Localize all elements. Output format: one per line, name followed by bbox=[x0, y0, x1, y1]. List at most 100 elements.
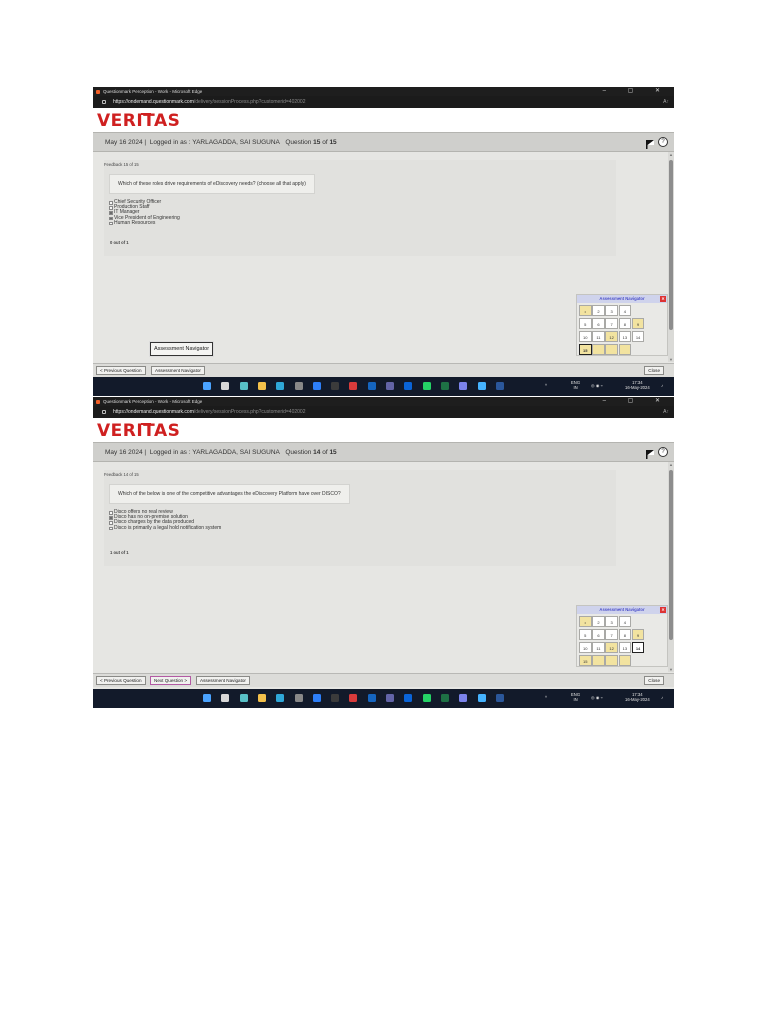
mail-icon[interactable] bbox=[312, 382, 321, 390]
navigator-question-cell[interactable] bbox=[592, 344, 605, 355]
navigator-question-cell[interactable]: 7 bbox=[605, 629, 618, 640]
navigator-question-cell[interactable]: 14 bbox=[631, 642, 645, 653]
checkbox-icon[interactable] bbox=[109, 511, 113, 515]
navigator-question-cell[interactable]: 3 bbox=[605, 305, 618, 316]
navigator-question-cell[interactable]: 4 bbox=[618, 305, 632, 316]
excel-icon[interactable] bbox=[440, 382, 449, 390]
scroll-down-icon[interactable]: ▼ bbox=[668, 667, 674, 672]
navigator-question-cell[interactable]: 7 bbox=[605, 318, 618, 329]
next-question-button[interactable]: Next Question > bbox=[150, 676, 192, 685]
navigator-question-cell[interactable]: 5 bbox=[579, 318, 592, 329]
navigator-question-cell[interactable]: 13 bbox=[618, 642, 632, 653]
address-bar[interactable]: https://ondemand.questionmark.com/delive… bbox=[93, 96, 674, 108]
previous-question-button[interactable]: < Previous Question bbox=[96, 676, 146, 685]
excel-icon[interactable] bbox=[440, 694, 449, 702]
outlook-icon-2[interactable] bbox=[404, 382, 413, 390]
outlook-icon-2[interactable] bbox=[404, 694, 413, 702]
close-button[interactable]: Close bbox=[644, 366, 664, 375]
navigator-question-cell[interactable]: • bbox=[579, 305, 592, 316]
phone-icon[interactable] bbox=[477, 694, 486, 702]
teams-icon-2[interactable] bbox=[459, 694, 468, 702]
file-explorer-icon[interactable] bbox=[257, 382, 266, 390]
scroll-up-icon[interactable]: ▲ bbox=[668, 462, 674, 467]
mail-icon[interactable] bbox=[312, 694, 321, 702]
checkbox-icon[interactable] bbox=[109, 521, 113, 525]
app-red-icon[interactable] bbox=[349, 382, 358, 390]
window-controls[interactable]: – ▢ ✕ bbox=[603, 87, 670, 96]
whatsapp-icon[interactable] bbox=[422, 694, 431, 702]
checkbox-icon[interactable] bbox=[109, 221, 113, 226]
vertical-scrollbar[interactable]: ▲ ▼ bbox=[668, 152, 674, 362]
file-explorer-icon[interactable] bbox=[257, 694, 266, 702]
navigator-question-cell[interactable]: 9 bbox=[631, 629, 645, 640]
navigator-question-cell[interactable]: 10 bbox=[579, 642, 592, 653]
copilot-icon[interactable] bbox=[239, 694, 248, 702]
checkbox-icon[interactable] bbox=[109, 516, 113, 520]
language-indicator[interactable]: ENG IN bbox=[571, 692, 580, 702]
close-icon[interactable]: ✕ bbox=[660, 296, 666, 302]
clock[interactable]: 17:34 16-May-2024 bbox=[625, 380, 650, 390]
navigator-question-cell[interactable]: 9 bbox=[631, 318, 645, 329]
flag-icon[interactable] bbox=[646, 138, 654, 149]
navigator-question-cell[interactable] bbox=[618, 655, 632, 666]
outlook-icon[interactable] bbox=[367, 382, 376, 390]
windows-start-icon[interactable] bbox=[203, 694, 211, 702]
navigator-question-cell[interactable]: 12 bbox=[605, 642, 618, 653]
teams-icon[interactable] bbox=[386, 694, 394, 702]
search-icon[interactable] bbox=[221, 694, 230, 702]
navigator-question-cell[interactable]: 8 bbox=[618, 629, 632, 640]
network-volume-icons[interactable]: ◎ ◉ ⌁ bbox=[591, 383, 603, 388]
navigator-question-cell[interactable]: 4 bbox=[618, 616, 632, 627]
word-icon[interactable] bbox=[495, 694, 504, 702]
scroll-down-icon[interactable]: ▼ bbox=[668, 357, 674, 362]
navigator-question-cell[interactable]: 8 bbox=[618, 318, 632, 329]
checkbox-icon[interactable] bbox=[109, 526, 113, 531]
tray-chevron-icon[interactable]: ^ bbox=[545, 383, 547, 388]
close-button[interactable]: Close bbox=[644, 676, 664, 685]
checkbox-icon[interactable] bbox=[109, 211, 113, 215]
navigator-question-cell[interactable]: 15 bbox=[579, 655, 592, 666]
navigator-question-cell[interactable] bbox=[592, 655, 605, 666]
flag-icon[interactable] bbox=[646, 448, 654, 459]
navigator-question-cell[interactable]: 10 bbox=[579, 331, 592, 342]
navigator-question-cell[interactable]: 15 bbox=[579, 344, 592, 355]
language-indicator[interactable]: ENG IN bbox=[571, 380, 580, 390]
answer-option[interactable]: Human Resources bbox=[109, 220, 180, 226]
copilot-icon[interactable] bbox=[239, 382, 248, 390]
scrollbar-thumb[interactable] bbox=[669, 470, 673, 640]
checkbox-icon[interactable] bbox=[109, 206, 113, 210]
navigator-question-cell[interactable]: 11 bbox=[592, 642, 605, 653]
navigator-question-cell[interactable]: • bbox=[579, 616, 592, 627]
whatsapp-icon[interactable] bbox=[422, 382, 431, 390]
checkbox-icon[interactable] bbox=[109, 201, 113, 205]
notification-bell-icon[interactable]: ♪ bbox=[661, 383, 663, 388]
read-aloud-icon[interactable]: A↑ bbox=[663, 96, 669, 108]
teams-icon[interactable] bbox=[386, 382, 394, 390]
terminal-icon[interactable] bbox=[331, 382, 340, 390]
assessment-navigator-button[interactable]: Assessment Navigator bbox=[196, 676, 250, 685]
vertical-scrollbar[interactable]: ▲ ▼ bbox=[668, 462, 674, 672]
navigator-question-cell[interactable]: 12 bbox=[605, 331, 618, 342]
search-icon[interactable] bbox=[221, 382, 230, 390]
help-icon[interactable]: ? bbox=[658, 137, 668, 147]
scroll-up-icon[interactable]: ▲ bbox=[668, 152, 674, 157]
assessment-navigator-button[interactable]: Assessment Navigator bbox=[151, 366, 205, 375]
network-volume-icons[interactable]: ◎ ◉ ⌁ bbox=[591, 695, 603, 700]
address-bar[interactable]: https://ondemand.questionmark.com/delive… bbox=[93, 406, 674, 418]
scrollbar-thumb[interactable] bbox=[669, 160, 673, 330]
widgets-icon[interactable] bbox=[294, 694, 303, 702]
notification-bell-icon[interactable]: ♪ bbox=[661, 695, 663, 700]
navigator-question-cell[interactable]: 2 bbox=[592, 305, 605, 316]
navigator-question-cell[interactable]: 14 bbox=[631, 331, 645, 342]
word-icon[interactable] bbox=[495, 382, 504, 390]
windows-start-icon[interactable] bbox=[203, 382, 211, 390]
phone-icon[interactable] bbox=[477, 382, 486, 390]
outlook-icon[interactable] bbox=[367, 694, 376, 702]
edge-icon[interactable] bbox=[276, 382, 285, 390]
navigator-question-cell[interactable]: 2 bbox=[592, 616, 605, 627]
navigator-question-cell[interactable]: 6 bbox=[592, 629, 605, 640]
navigator-question-cell[interactable] bbox=[605, 344, 618, 355]
tray-chevron-icon[interactable]: ^ bbox=[545, 695, 547, 700]
navigator-question-cell[interactable]: 6 bbox=[592, 318, 605, 329]
app-red-icon[interactable] bbox=[349, 694, 358, 702]
